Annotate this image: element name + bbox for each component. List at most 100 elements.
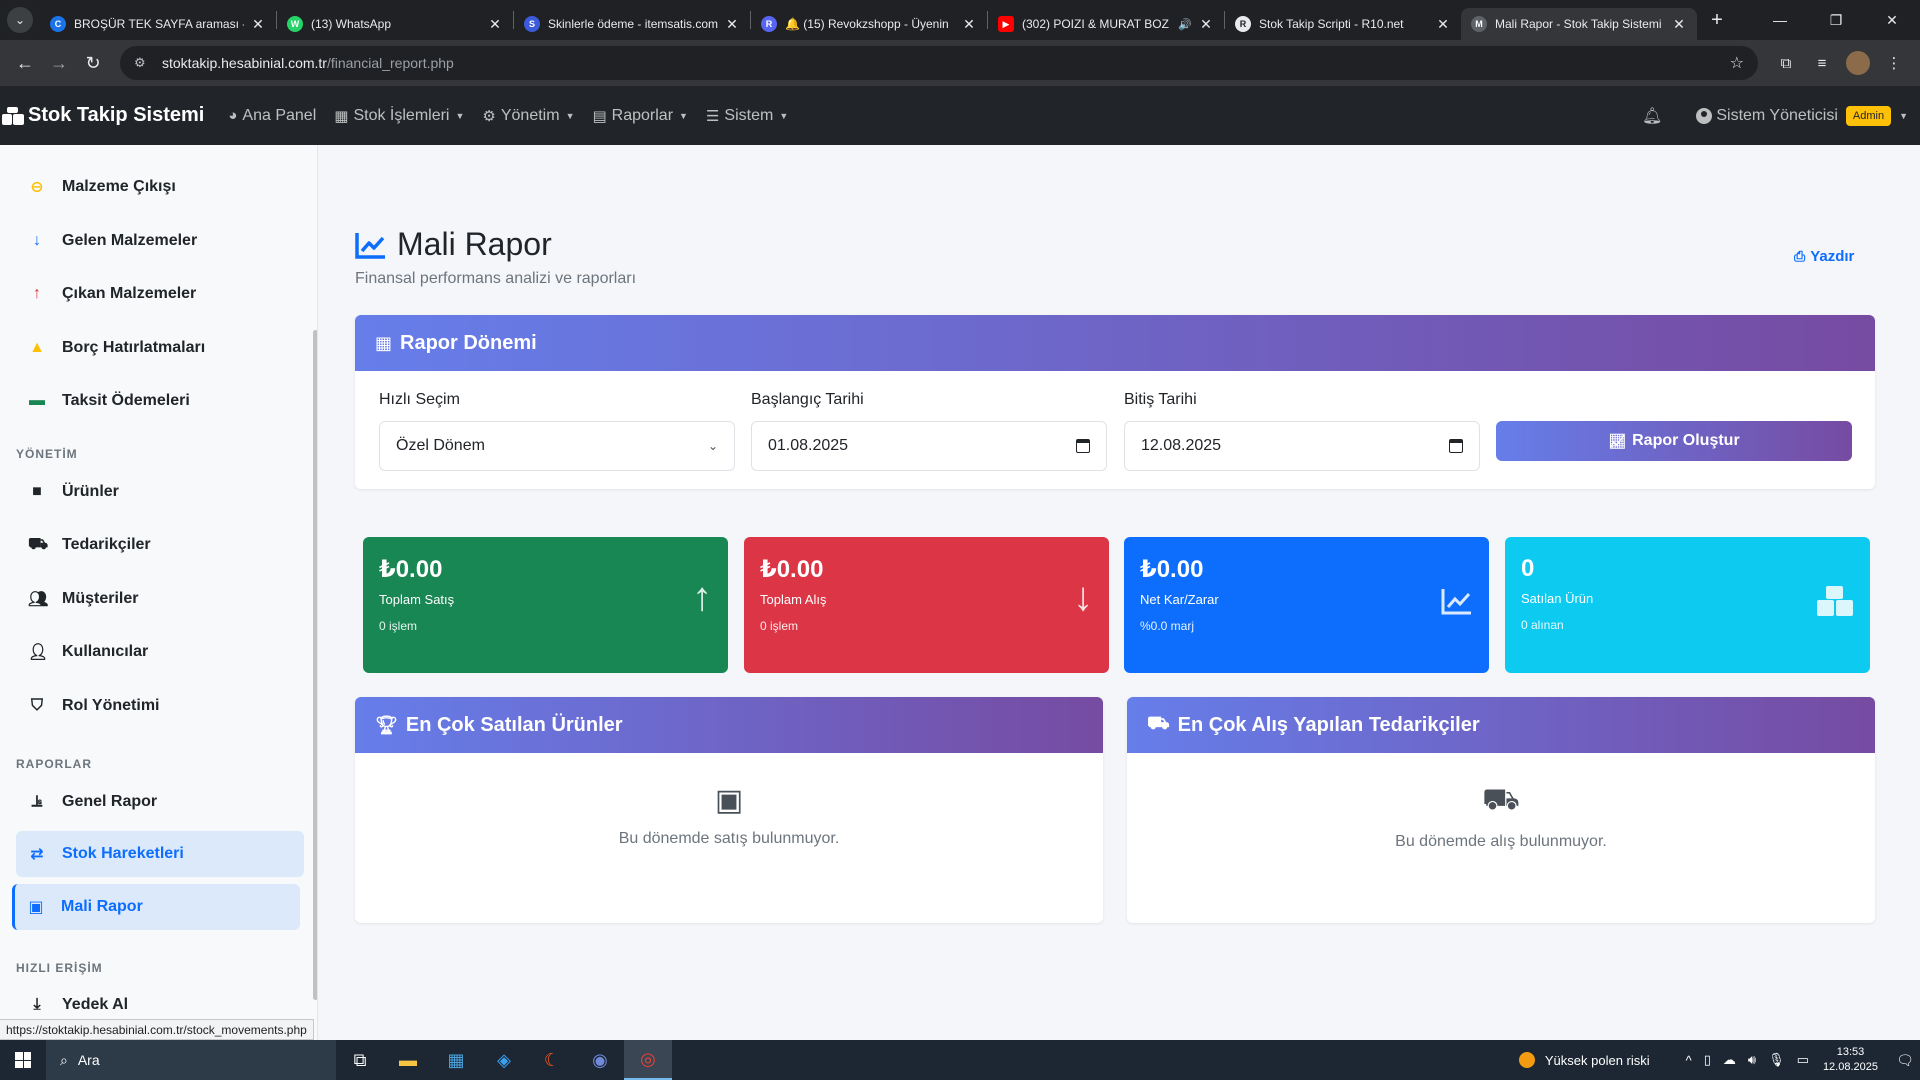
print-button[interactable]: ⎙ Yazdır (1794, 248, 1854, 265)
stat-label: Satılan Ürün (1521, 591, 1594, 606)
page-title: Mali Rapor (355, 226, 552, 263)
close-icon[interactable]: ✕ (1435, 16, 1451, 33)
store-icon[interactable]: ▦ (432, 1040, 480, 1080)
stat-subtext: 0 işlem (760, 619, 799, 633)
start-button[interactable] (0, 1040, 46, 1080)
start-date-input[interactable]: 01.08.2025 (751, 421, 1107, 471)
nav-item-management[interactable]: ⚙ Yönetim ▼ (482, 107, 574, 125)
sidebar-scrollbar[interactable] (313, 330, 317, 1000)
top-suppliers-card: ⛟ En Çok Alış Yapılan Tedarikçiler ⛟ Bu … (1127, 697, 1875, 923)
role-badge: Admin (1845, 105, 1892, 126)
site-info-icon[interactable]: ⚙ (134, 55, 152, 71)
sidebar-item-roles[interactable]: ⛉ Rol Yönetimi (16, 683, 304, 729)
sidebar-item-users[interactable]: 👤︎ Kullanıcılar (16, 629, 304, 675)
browser-tab-active[interactable]: M Mali Rapor - Stok Takip Sistemi ✕ (1461, 8, 1697, 40)
sidebar-item-stock-movements[interactable]: ⇄ Stok Hareketleri (16, 831, 304, 877)
browser-tab[interactable]: R Stok Takip Scripti - R10.net ✕ (1225, 8, 1461, 40)
microphone-icon[interactable]: 🎙︎ (1768, 1052, 1785, 1068)
sidebar-item-suppliers[interactable]: ⛟ Tedarikçiler (16, 522, 304, 568)
close-window-icon[interactable]: ✕ (1864, 0, 1920, 40)
start-date-value: 01.08.2025 (768, 437, 849, 454)
boxes-icon (2, 106, 24, 125)
sidebar-item-general-report[interactable]: ⫡ Genel Rapor (16, 779, 304, 825)
app-icon[interactable]: ☾ (528, 1040, 576, 1080)
chrome-icon[interactable]: ◎ (624, 1040, 672, 1080)
brand-name: Stok Takip Sistemi (28, 104, 205, 126)
close-icon[interactable]: ✕ (487, 16, 503, 33)
minimize-icon[interactable]: — (1752, 0, 1808, 40)
sidebar-item-installments[interactable]: ▬ Taksit Ödemeleri (16, 378, 304, 424)
bookmark-star-icon[interactable]: ☆ (1730, 53, 1744, 73)
print-icon: ⎙ (1794, 248, 1806, 264)
sidebar-item-outgoing[interactable]: ↑ Çıkan Malzemeler (16, 271, 304, 317)
calendar-icon[interactable] (1449, 439, 1463, 453)
clock[interactable]: 13:53 12.08.2025 (1823, 1045, 1878, 1075)
vscode-icon[interactable]: ◈ (480, 1040, 528, 1080)
quick-select-dropdown[interactable]: Özel Dönem ⌄ (379, 421, 735, 471)
sidebar-item-financial-report[interactable]: ▣ Mali Rapor (12, 884, 300, 930)
speaker-icon[interactable]: 🔊 (1178, 18, 1192, 31)
stat-subtext: 0 işlem (379, 619, 418, 633)
sidebar-item-label: Genel Rapor (62, 793, 158, 810)
new-tab-button[interactable]: + (1701, 9, 1733, 32)
volume-icon[interactable]: 🔊︎ (1748, 1052, 1756, 1068)
shield-icon: ⛉ (30, 697, 43, 714)
notification-icon[interactable]: 🗨︎ (1890, 1052, 1920, 1069)
forward-icon[interactable]: → (42, 46, 76, 80)
empty-state-text: Bu dönemde alış bulunmuyor. (1395, 833, 1607, 850)
nav-item-stock-operations[interactable]: ▦ Stok İşlemleri ▼ (334, 107, 464, 125)
nav-item-dashboard[interactable]: ◕ Ana Panel (228, 107, 316, 125)
chevron-up-icon[interactable]: ^ (1686, 1053, 1692, 1068)
box-icon: ■ (32, 483, 42, 500)
end-date-input[interactable]: 12.08.2025 (1124, 421, 1480, 471)
user-name[interactable]: Sistem Yöneticisi (1716, 107, 1838, 125)
sidebar-item-incoming[interactable]: ↓ Gelen Malzemeler (16, 218, 304, 264)
stat-label: Net Kar/Zarar (1140, 592, 1219, 607)
browser-tab[interactable]: C BROŞÜR TEK SAYFA araması - C ✕ (40, 8, 276, 40)
profile-button[interactable] (1840, 46, 1876, 80)
battery-icon[interactable]: ▯ (1704, 1052, 1711, 1068)
chart-line-icon (355, 232, 385, 259)
menu-dots-icon[interactable]: ⋮ (1876, 46, 1912, 80)
nav-item-reports[interactable]: ▤ Raporlar ▼ (592, 107, 687, 125)
empty-state: ▣ Bu dönemde satış bulunmuyor. (355, 783, 1103, 848)
network-icon[interactable]: ▭ (1797, 1052, 1809, 1068)
close-icon[interactable]: ✕ (1671, 16, 1687, 33)
discord-icon[interactable]: ◉ (576, 1040, 624, 1080)
close-icon[interactable]: ✕ (1198, 16, 1214, 33)
sidebar-item-customers[interactable]: 👥︎ Müşteriler (16, 576, 304, 622)
weather-widget[interactable]: Yüksek polen riski (1518, 1052, 1650, 1068)
browser-tab[interactable]: S Skinlerle ödeme - itemsatis.com ✕ (514, 8, 750, 40)
cloud-icon[interactable]: ☁ (1723, 1052, 1736, 1068)
sidebar-item-debt-reminders[interactable]: ▲ Borç Hatırlatmaları (16, 325, 304, 371)
nav-item-system[interactable]: ☰ Sistem ▼ (706, 107, 788, 125)
sidebar-item-products[interactable]: ■ Ürünler (16, 469, 304, 515)
calendar-icon[interactable] (1076, 439, 1090, 453)
browser-tab[interactable]: ▶ (302) POIZI & MURAT BOZ 🔊 ✕ (988, 8, 1224, 40)
close-icon[interactable]: ✕ (961, 16, 977, 33)
extensions-icon[interactable]: ⧉ (1768, 46, 1804, 80)
close-icon[interactable]: ✕ (250, 16, 266, 33)
brand[interactable]: Stok Takip Sistemi (2, 104, 204, 127)
pollen-icon (1518, 1052, 1535, 1068)
restore-icon[interactable]: ❐ (1808, 0, 1864, 40)
top-products-card: 🏆︎ En Çok Satılan Ürünler ▣ Bu dönemde s… (355, 697, 1103, 923)
bell-icon[interactable]: 🔔︎ (1642, 106, 1662, 126)
caret-down-icon[interactable]: ▼ (1899, 111, 1908, 121)
file-explorer-icon[interactable]: ▬ (384, 1040, 432, 1080)
reload-icon[interactable]: ↻ (76, 46, 110, 80)
generate-report-button[interactable]: 📈︎ Rapor Oluştur (1496, 421, 1852, 461)
weather-text: Yüksek polen riski (1544, 1052, 1650, 1068)
browser-tab[interactable]: W (13) WhatsApp ✕ (277, 8, 513, 40)
taskbar-search[interactable]: ⌕ Ara (46, 1040, 336, 1080)
sidebar-item-label: Müşteriler (62, 590, 139, 607)
sidebar-item-material-exit[interactable]: ⊖ Malzeme Çıkışı (16, 164, 304, 210)
browser-tab[interactable]: R 🔔 (15) Revokzshopp - Üyenin ✕ (751, 8, 987, 40)
tab-search-button[interactable]: ⌄ (0, 0, 40, 40)
trophy-icon: 🏆︎ (375, 714, 398, 735)
task-view-icon[interactable]: ⧉ (336, 1040, 384, 1080)
address-bar[interactable]: ⚙ stoktakip.hesabinial.com.tr/financial_… (120, 46, 1758, 80)
media-control-icon[interactable]: ≡ (1804, 46, 1840, 80)
close-icon[interactable]: ✕ (724, 16, 740, 33)
back-icon[interactable]: ← (8, 46, 42, 80)
